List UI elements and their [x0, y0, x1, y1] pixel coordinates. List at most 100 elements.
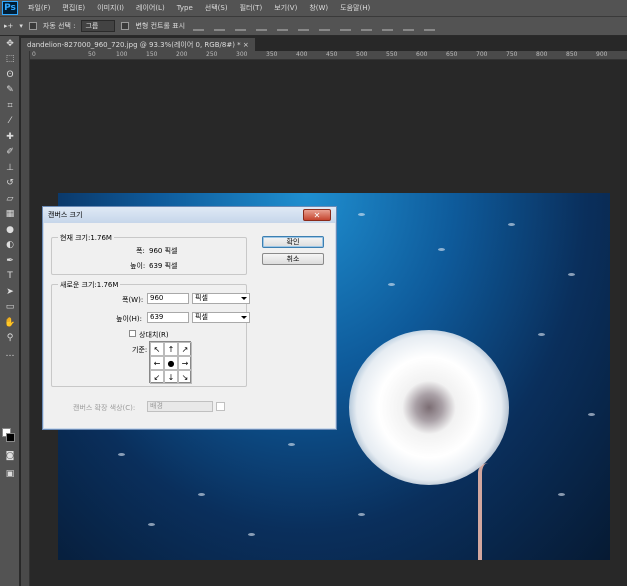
menu-image[interactable]: 이미지(I): [91, 3, 130, 13]
distribute-top-icon[interactable]: [319, 21, 331, 31]
type-tool-icon[interactable]: T: [0, 269, 20, 285]
horizontal-ruler: 0 50 100 150 200 250 300 350 400 450 500…: [30, 51, 627, 60]
seed: [438, 248, 445, 251]
ruler-tick: 550: [386, 51, 398, 58]
dandelion-head: [349, 330, 509, 485]
hand-tool-icon[interactable]: ✋: [0, 315, 20, 331]
gradient-tool-icon[interactable]: ▦: [0, 207, 20, 223]
anchor-left[interactable]: ←: [150, 356, 164, 370]
menu-select[interactable]: 선택(S): [199, 3, 234, 13]
ruler-tick: 650: [446, 51, 458, 58]
blur-tool-icon[interactable]: ●: [0, 222, 20, 238]
seed: [358, 213, 365, 216]
height-unit-select[interactable]: 픽셀: [192, 312, 250, 323]
show-transform-checkbox[interactable]: [121, 22, 130, 30]
dialog-title: 캔버스 크기: [48, 211, 83, 219]
cancel-button[interactable]: 취소: [262, 253, 324, 265]
menu-view[interactable]: 보기(V): [268, 3, 303, 13]
marquee-tool-icon[interactable]: ⬚: [0, 52, 20, 68]
menu-file[interactable]: 파일(F): [22, 3, 56, 13]
align-middle-icon[interactable]: [214, 21, 226, 31]
move-tool-icon[interactable]: ▸+: [4, 22, 13, 30]
ok-button[interactable]: 확인: [262, 236, 324, 248]
seed: [568, 273, 575, 276]
auto-select-dropdown[interactable]: 그룹: [81, 20, 116, 32]
close-tab-icon[interactable]: ×: [243, 41, 249, 49]
tools-panel: ✥ ⬚ ʘ ✎ ⌗ ⁄ ✚ ✐ ⊥ ↺ ▱ ▦ ● ◐ ✒ T ➤ ▭ ✋ ⚲ …: [0, 36, 20, 586]
anchor-right[interactable]: →: [178, 356, 192, 370]
ruler-tick: 800: [536, 51, 548, 58]
move-tool-icon[interactable]: ✥: [0, 36, 20, 52]
anchor-bottom[interactable]: ↓: [164, 370, 178, 384]
width-unit-select[interactable]: 픽셀: [192, 293, 250, 304]
menu-filter[interactable]: 필터(T): [234, 3, 269, 13]
align-bottom-icon[interactable]: [235, 21, 247, 31]
seed: [358, 513, 365, 516]
current-size-group: 현재 크기:1.76M 폭: 960 픽셀 높이: 639 픽셀: [51, 233, 247, 275]
chevron-down-icon[interactable]: ▾: [19, 22, 23, 30]
quick-select-tool-icon[interactable]: ✎: [0, 83, 20, 99]
dialog-titlebar[interactable]: 캔버스 크기: [43, 207, 336, 223]
ruler-tick: 600: [416, 51, 428, 58]
distribute-right-icon[interactable]: [424, 21, 436, 31]
ruler-tick: 0: [32, 51, 36, 58]
path-select-tool-icon[interactable]: ➤: [0, 284, 20, 300]
current-width-value: 960 픽셀: [149, 247, 178, 255]
seed: [288, 443, 295, 446]
anchor-label: 기준:: [132, 346, 148, 354]
new-height-input[interactable]: 639: [147, 312, 189, 323]
crop-tool-icon[interactable]: ⌗: [0, 98, 20, 114]
anchor-top[interactable]: ↑: [164, 342, 178, 356]
document-tab[interactable]: dandelion-827000_960_720.jpg @ 93.3%(레이어…: [21, 38, 255, 51]
eyedropper-tool-icon[interactable]: ⁄: [0, 114, 20, 130]
quick-mask-icon[interactable]: ◙: [0, 448, 20, 464]
clone-stamp-tool-icon[interactable]: ⊥: [0, 160, 20, 176]
align-right-icon[interactable]: [298, 21, 310, 31]
pen-tool-icon[interactable]: ✒: [0, 253, 20, 269]
history-brush-tool-icon[interactable]: ↺: [0, 176, 20, 192]
anchor-bottom-left[interactable]: ↙: [150, 370, 164, 384]
new-width-input[interactable]: 960: [147, 293, 189, 304]
brush-tool-icon[interactable]: ✐: [0, 145, 20, 161]
relative-label[interactable]: 상대치(R): [139, 330, 169, 340]
align-top-icon[interactable]: [193, 21, 205, 31]
auto-select-checkbox[interactable]: [28, 22, 37, 30]
ruler-tick: 500: [356, 51, 368, 58]
seed: [538, 333, 545, 336]
anchor-top-right[interactable]: ↗: [178, 342, 192, 356]
extension-color-select[interactable]: 배경: [147, 401, 213, 412]
menu-window[interactable]: 창(W): [303, 3, 334, 13]
eraser-tool-icon[interactable]: ▱: [0, 191, 20, 207]
extension-color-swatch[interactable]: [216, 402, 225, 411]
distribute-center-icon[interactable]: [403, 21, 415, 31]
menu-edit[interactable]: 편집(E): [56, 3, 91, 13]
current-size-label: 현재 크기:1.76M: [58, 233, 114, 243]
ruler-tick: 100: [116, 51, 128, 58]
lasso-tool-icon[interactable]: ʘ: [0, 67, 20, 83]
distribute-middle-icon[interactable]: [340, 21, 352, 31]
healing-brush-tool-icon[interactable]: ✚: [0, 129, 20, 145]
dodge-tool-icon[interactable]: ◐: [0, 238, 20, 254]
relative-checkbox[interactable]: [129, 330, 136, 337]
close-icon[interactable]: ✕: [303, 209, 331, 221]
more-tools-icon[interactable]: …: [0, 346, 20, 362]
menu-layer[interactable]: 레이어(L): [130, 3, 171, 13]
anchor-top-left[interactable]: ↖: [150, 342, 164, 356]
zoom-tool-icon[interactable]: ⚲: [0, 331, 20, 347]
shape-tool-icon[interactable]: ▭: [0, 300, 20, 316]
anchor-center[interactable]: ●: [164, 356, 178, 370]
ruler-tick: 850: [566, 51, 578, 58]
vertical-ruler: [21, 51, 30, 586]
screen-mode-icon[interactable]: ▣: [0, 466, 20, 482]
current-height-label: 높이:: [130, 262, 146, 270]
align-center-icon[interactable]: [277, 21, 289, 31]
background-color-swatch[interactable]: [6, 433, 15, 442]
menu-help[interactable]: 도움말(H): [334, 3, 376, 13]
anchor-grid: ↖ ↑ ↗ ← ● → ↙ ↓ ↘: [149, 341, 192, 384]
menu-type[interactable]: Type: [171, 4, 199, 12]
distribute-bottom-icon[interactable]: [361, 21, 373, 31]
distribute-left-icon[interactable]: [382, 21, 394, 31]
document-tab-title: dandelion-827000_960_720.jpg @ 93.3%(레이어…: [27, 41, 241, 49]
anchor-bottom-right[interactable]: ↘: [178, 370, 192, 384]
align-left-icon[interactable]: [256, 21, 268, 31]
